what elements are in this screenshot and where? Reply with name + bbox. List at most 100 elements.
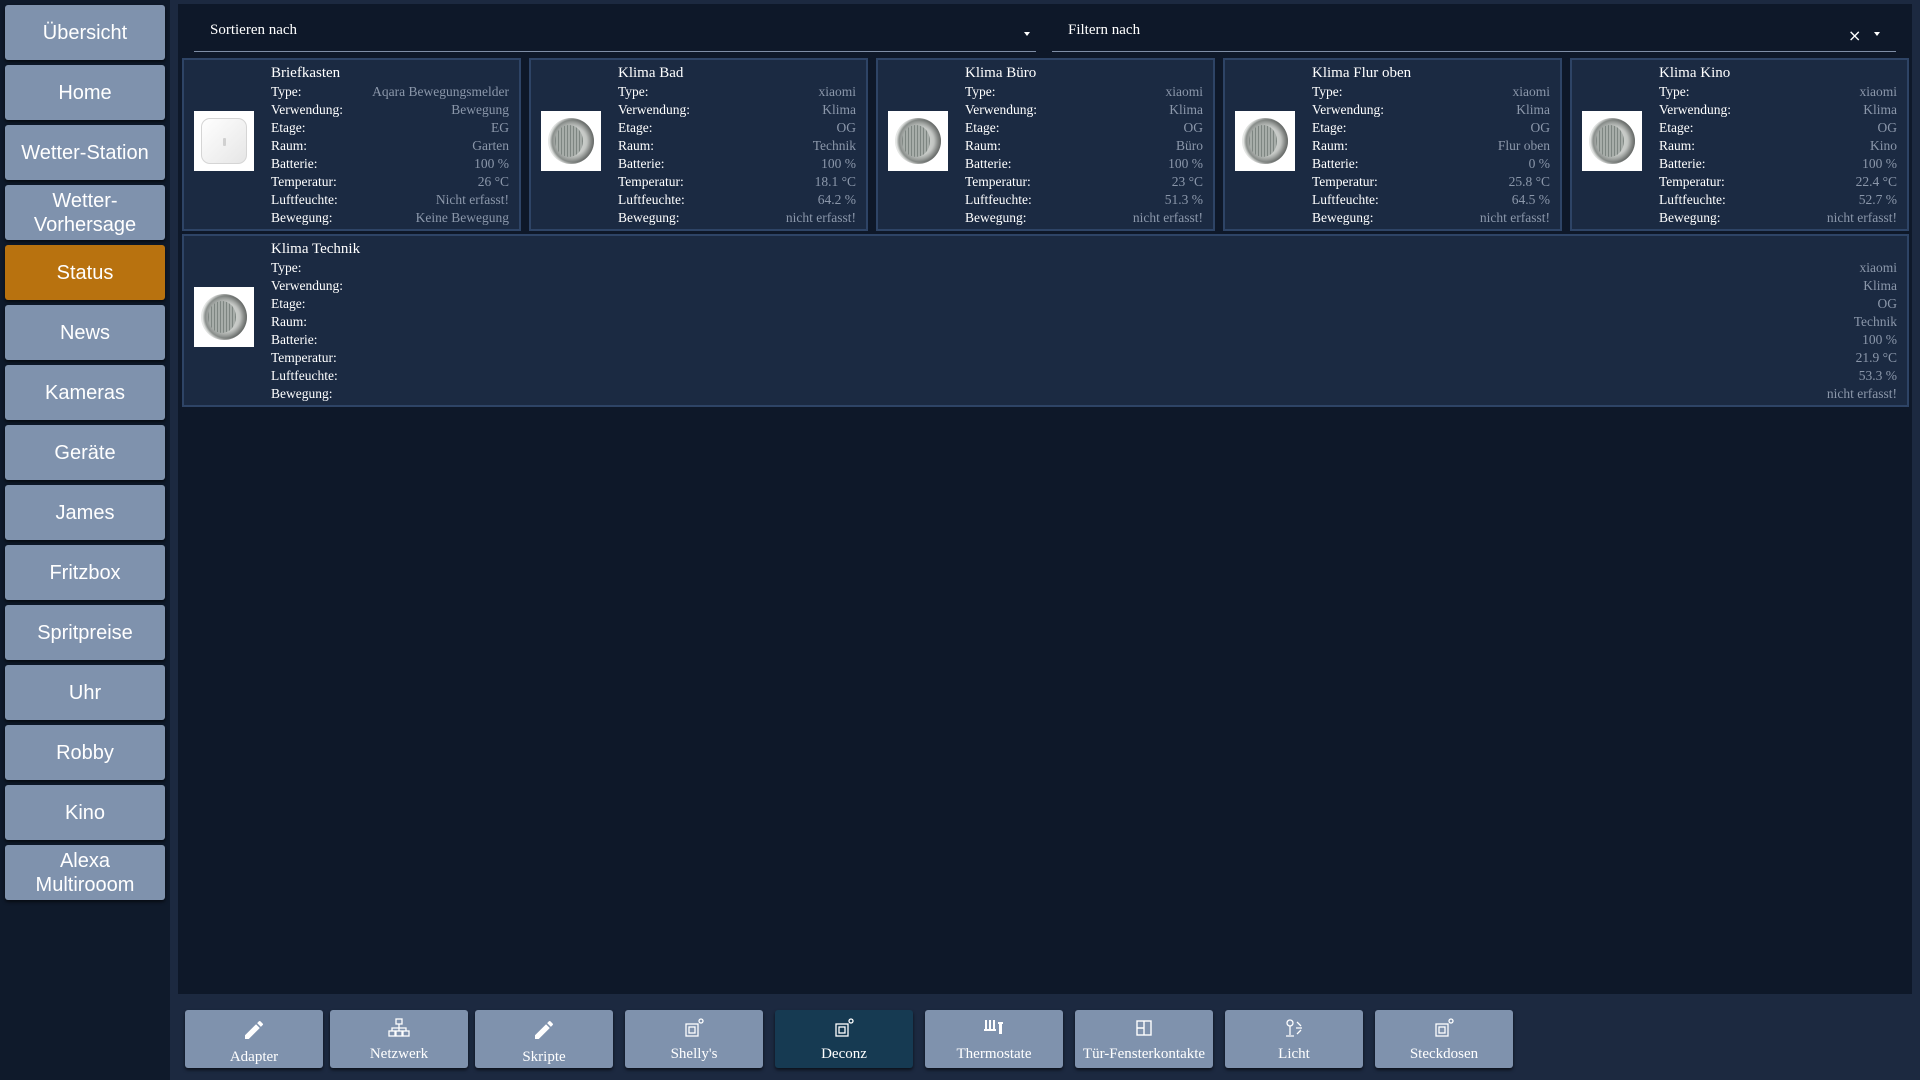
property-label: Verwendung: [618,102,690,117]
sidebar-item-uebersicht[interactable]: Übersicht [5,5,165,60]
property-label: Luftfeuchte: [271,368,338,383]
property-value: nicht erfasst! [1479,210,1550,225]
sidebar-item-news[interactable]: News [5,305,165,360]
device-card-klima-kino[interactable]: Klima Kino Type: xiaomi Verwendung: Klima … [1570,58,1909,231]
bottom-nav-label: Skripte [522,1049,566,1065]
property-value: 100 % [1862,156,1897,171]
sidebar-item-status[interactable]: Status [5,245,165,300]
sidebar-item-home[interactable]: Home [5,65,165,120]
property-label: Type: [271,84,302,99]
property-label: Bewegung: [618,210,680,225]
sidebar-item-james[interactable]: James [5,485,165,540]
property-row: Raum: Kino [1659,137,1897,155]
bottom-nav-shellys[interactable]: Shelly's [625,1010,763,1068]
bottom-nav-skripte[interactable]: Skripte [475,1010,613,1068]
property-label: Raum: [1312,138,1348,153]
property-row: Type: xiaomi [965,83,1203,101]
property-value: OG [836,120,857,135]
property-row: Raum: Technik [618,137,856,155]
bottom-nav-deconz[interactable]: Deconz [775,1010,913,1068]
device-properties: Type: Aqara Bewegungsmelder Verwendung: Be… [271,83,509,227]
device-name: Klima Büro [965,65,1037,81]
sidebar-item-uhr[interactable]: Uhr [5,665,165,720]
property-label: Luftfeuchte: [965,192,1032,207]
sidebar-item-alexa-multiroom[interactable]: Alexa Multirooom [5,845,165,900]
device-properties: Type: xiaomi Verwendung: Klima Etage: OG Ra… [1659,83,1897,227]
property-value: Keine Bewegung [415,210,509,225]
filter-label: Filtern nach [1068,22,1141,38]
property-label: Temperatur: [618,174,684,189]
sidebar-item-kino[interactable]: Kino [5,785,165,840]
bottom-nav-steckdosen[interactable]: Steckdosen [1375,1010,1513,1068]
climate-sensor-icon [201,294,247,340]
property-row: Verwendung: Klima [965,101,1203,119]
device-card-briefkasten[interactable]: Briefkasten Type: Aqara Bewegungsmelder V… [182,58,521,231]
bottom-nav-label: Thermostate [956,1046,1032,1062]
property-row: Etage: OG [1659,119,1897,137]
property-label: Bewegung: [271,386,333,401]
device-card-klima-flur-oben[interactable]: Klima Flur oben Type: xiaomi Verwendung: K… [1223,58,1562,231]
climate-sensor-icon [548,118,594,164]
property-label: Batterie: [271,156,318,171]
device-card-klima-bad[interactable]: Klima Bad Type: xiaomi Verwendung: Klima E… [529,58,868,231]
bottom-nav-thermostate[interactable]: Thermostate [925,1010,1063,1068]
property-row: Raum: Flur oben [1312,137,1550,155]
property-value: xiaomi [1512,84,1551,99]
property-row: Batterie: 100 % [271,331,1897,349]
property-row: Verwendung: Klima [618,101,856,119]
device-image [541,111,601,171]
property-value: 51.3 % [1164,192,1203,207]
sidebar-item-wetter-station[interactable]: Wetter-Station [5,125,165,180]
property-value: xiaomi [1859,84,1898,99]
bottom-nav-adapter[interactable]: Adapter [185,1010,323,1068]
sidebar-item-robby[interactable]: Robby [5,725,165,780]
property-value: Garten [472,138,509,153]
property-row: Raum: Büro [965,137,1203,155]
bottom-nav-tuer-fensterkontakte[interactable]: Tür-Fensterkontakte [1075,1010,1213,1068]
clear-icon[interactable]: × [1848,26,1861,45]
property-value: Aqara Bewegungsmelder [372,84,509,99]
device-card-klima-buero[interactable]: Klima Büro Type: xiaomi Verwendung: Klima … [876,58,1215,231]
property-row: Temperatur: 22.4 °C [1659,173,1897,191]
device-properties: Type: xiaomi Verwendung: Klima Etage: OG Ra… [965,83,1203,227]
sidebar-item-wetter-vorhersage[interactable]: Wetter- Vorhersage [5,185,165,240]
sort-select[interactable]: Sortieren nach [194,4,1036,52]
sidebar-item-geraete[interactable]: Geräte [5,425,165,480]
chevron-down-icon[interactable] [1874,32,1880,36]
sidebar-item-kameras[interactable]: Kameras [5,365,165,420]
property-value: EG [491,120,509,135]
property-label: Verwendung: [271,278,343,293]
thermostat-icon [984,1020,1003,1034]
property-label: Raum: [965,138,1001,153]
property-value: Nicht erfasst! [435,192,509,207]
bottom-nav-licht[interactable]: Licht [1225,1010,1363,1068]
property-label: Etage: [965,120,1000,135]
device-icon [835,1018,854,1037]
device-image [1235,111,1295,171]
device-properties: Type: xiaomi Verwendung: Klima Etage: OG Ra… [1312,83,1550,227]
property-row: Raum: Garten [271,137,509,155]
motion-sensor-icon [201,118,247,164]
property-value: Technik [812,138,856,153]
property-value: OG [1877,120,1898,135]
property-row: Etage: OG [965,119,1203,137]
sort-underline [194,51,1036,52]
property-row: Bewegung: nicht erfasst! [1312,209,1550,227]
light-icon [1286,1019,1302,1037]
property-value: OG [1183,120,1204,135]
sidebar-item-spritpreise[interactable]: Spritpreise [5,605,165,660]
property-row: Batterie: 0 % [1312,155,1550,173]
bottom-nav-label: Adapter [229,1049,279,1065]
device-card-klima-technik[interactable]: Klima Technik Type: xiaomi Verwendung: Kli… [182,234,1909,407]
property-row: Batterie: 100 % [965,155,1203,173]
filter-select[interactable]: Filtern nach × [1052,4,1896,52]
bottom-nav-label: Deconz [821,1046,867,1062]
chevron-down-icon[interactable] [1024,32,1030,36]
bottom-nav-netzwerk[interactable]: Netzwerk [330,1010,468,1068]
property-row: Luftfeuchte: 52.7 % [1659,191,1897,209]
bottom-nav-label: Netzwerk [369,1046,429,1062]
property-row: Temperatur: 18.1 °C [618,173,856,191]
property-row: Bewegung: nicht erfasst! [271,385,1897,403]
sidebar-item-fritzbox[interactable]: Fritzbox [5,545,165,600]
property-label: Luftfeuchte: [618,192,685,207]
